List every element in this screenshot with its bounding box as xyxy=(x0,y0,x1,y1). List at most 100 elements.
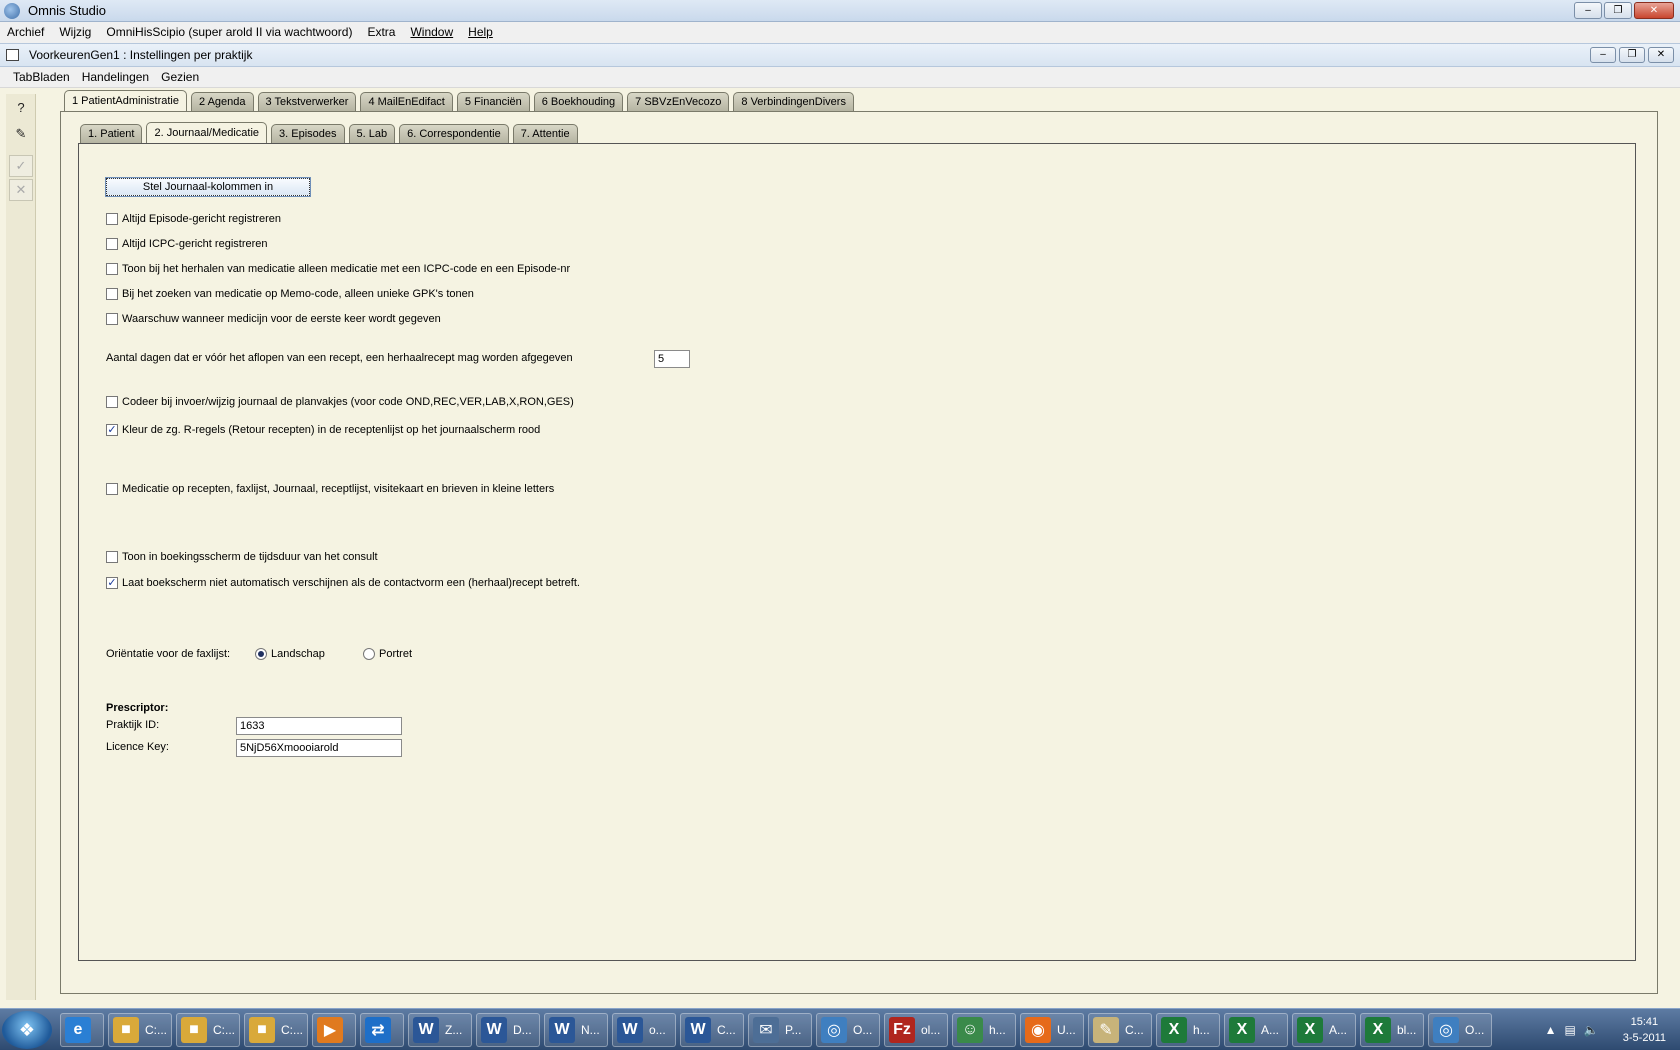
codeer-checkbox[interactable] xyxy=(106,396,118,408)
portret-radio[interactable] xyxy=(363,648,375,660)
tab-patient[interactable]: 1. Patient xyxy=(80,124,143,143)
taskbar-item[interactable]: Wo... xyxy=(612,1013,676,1047)
tab-correspondentie[interactable]: 6. Correspondentie xyxy=(399,124,509,143)
tab-lab[interactable]: 5. Lab xyxy=(348,124,396,143)
taskbar-item[interactable]: W Z... xyxy=(408,1013,472,1047)
menu-omnihisscipio[interactable]: OmniHisScipio (super arold II via wachtw… xyxy=(106,25,352,39)
checkbox-row-kleine-letters[interactable]: Medicatie op recepten, faxlijst, Journaa… xyxy=(106,483,554,495)
radio-landschap[interactable]: Landschap xyxy=(255,648,325,660)
taskbar-item[interactable]: ⇄ xyxy=(360,1013,404,1047)
taskbar-item-label: A... xyxy=(1329,1023,1348,1037)
checkbox-row-herhalen[interactable]: Toon bij het herhalen van medicatie alle… xyxy=(106,263,570,275)
checkbox-row-tijdsduur[interactable]: Toon in boekingsscherm de tijdsduur van … xyxy=(106,551,378,563)
checkbox-row-boekscherm[interactable]: Laat boekscherm niet automatisch verschi… xyxy=(106,577,580,589)
taskbar-item[interactable]: W D... xyxy=(476,1013,540,1047)
taskbar-item[interactable]: ◉ U... xyxy=(1020,1013,1084,1047)
taskbar-item[interactable]: ✎ C... xyxy=(1088,1013,1152,1047)
menu-tabbladen[interactable]: TabBladen xyxy=(13,70,70,84)
close-button[interactable]: ✕ xyxy=(1634,2,1674,19)
taskbar-item[interactable]: W N... xyxy=(544,1013,608,1047)
checkbox-row-r-regels[interactable]: Kleur de zg. R-regels (Retour recepten) … xyxy=(106,424,540,436)
menu-help[interactable]: Help xyxy=(468,25,493,39)
checkbox-row-episode[interactable]: Altijd Episode-gericht registreren xyxy=(106,213,281,225)
taskbar-item[interactable]: Xbl... xyxy=(1360,1013,1424,1047)
waarschuw-checkbox[interactable] xyxy=(106,313,118,325)
icpc-checkbox[interactable] xyxy=(106,238,118,250)
journaal-kolommen-button[interactable]: Stel Journaal-kolommen in xyxy=(105,177,311,197)
menu-handelingen[interactable]: Handelingen xyxy=(82,70,149,84)
child-minimize-button[interactable]: – xyxy=(1590,47,1616,63)
tab-financien[interactable]: 5 Financiën xyxy=(456,92,530,111)
checkbox-label: Altijd Episode-gericht registreren xyxy=(122,213,281,225)
checkbox-row-codeer[interactable]: Codeer bij invoer/wijzig journaal de pla… xyxy=(106,396,574,408)
menu-extra[interactable]: Extra xyxy=(367,25,395,39)
taskbar-item[interactable]: e xyxy=(60,1013,104,1047)
days-label: Aantal dagen dat er vóór het aflopen van… xyxy=(106,352,573,364)
users-icon: ☺ xyxy=(957,1017,983,1043)
taskbar-item[interactable]: ✉ P... xyxy=(748,1013,812,1047)
tab-attentie[interactable]: 7. Attentie xyxy=(512,124,578,143)
episode-checkbox[interactable] xyxy=(106,213,118,225)
tab-agenda[interactable]: 2 Agenda xyxy=(191,92,254,111)
tijdsduur-checkbox[interactable] xyxy=(106,551,118,563)
taskbar-item[interactable]: W C... xyxy=(680,1013,744,1047)
r-regels-checkbox[interactable] xyxy=(106,424,118,436)
memo-checkbox[interactable] xyxy=(106,288,118,300)
tab-tekstverwerker[interactable]: 3 Tekstverwerker xyxy=(257,92,357,111)
herhalen-checkbox[interactable] xyxy=(106,263,118,275)
minimize-button[interactable]: – xyxy=(1574,2,1602,19)
child-menubar: TabBladen Handelingen Gezien xyxy=(0,67,1680,88)
restore-button[interactable]: ❐ xyxy=(1604,2,1632,19)
taskbar-item[interactable]: Xh... xyxy=(1156,1013,1220,1047)
checkbox-row-waarschuw[interactable]: Waarschuw wanneer medicijn voor de eerst… xyxy=(106,313,441,325)
volume-muted-icon[interactable]: 🔈 xyxy=(1584,1023,1599,1037)
menu-archief[interactable]: Archief xyxy=(7,25,44,39)
praktijk-id-input[interactable]: 1633 xyxy=(236,717,402,735)
tab-sbvzenvecozo[interactable]: 7 SBVzEnVecozo xyxy=(627,92,730,111)
app-title: Omnis Studio xyxy=(28,3,107,18)
menu-wijzig[interactable]: Wijzig xyxy=(59,25,91,39)
taskbar-item[interactable]: ☺ h... xyxy=(952,1013,1016,1047)
checkbox-row-memo[interactable]: Bij het zoeken van medicatie op Memo-cod… xyxy=(106,288,474,300)
cancel-icon[interactable]: ✕ xyxy=(9,179,33,201)
boekscherm-checkbox[interactable] xyxy=(106,577,118,589)
licence-key-label: Licence Key: xyxy=(106,741,169,753)
tab-verbindingendivers[interactable]: 8 VerbindingenDivers xyxy=(733,92,854,111)
taskbar-item[interactable]: X A... xyxy=(1224,1013,1288,1047)
child-close-button[interactable]: ✕ xyxy=(1648,47,1674,63)
clock[interactable]: 15:41 3-5-2011 xyxy=(1623,1014,1666,1046)
tab-journaal-medicatie[interactable]: 2. Journaal/Medicatie xyxy=(146,122,268,143)
taskbar-item-label: A... xyxy=(1261,1023,1280,1037)
menu-window[interactable]: Window xyxy=(410,25,453,39)
taskbar-item[interactable]: Fz ol... xyxy=(884,1013,948,1047)
taskbar-item[interactable]: ■ C:... xyxy=(244,1013,308,1047)
tab-boekhouding[interactable]: 6 Boekhouding xyxy=(533,92,624,111)
taskbar-item[interactable]: ■ C:... xyxy=(108,1013,172,1047)
tab-mailenedifact[interactable]: 4 MailEnEdifact xyxy=(360,92,453,111)
taskbar-item[interactable]: ◎ O... xyxy=(816,1013,880,1047)
tab-patientadministratie[interactable]: 1 PatientAdministratie xyxy=(64,90,187,111)
network-icon[interactable]: ▤ xyxy=(1564,1023,1575,1037)
app-titlebar: Omnis Studio – ❐ ✕ xyxy=(0,0,1680,22)
radio-portret[interactable]: Portret xyxy=(363,648,412,660)
taskbar-item[interactable]: X A... xyxy=(1292,1013,1356,1047)
show-hidden-icons-icon[interactable]: ▲ xyxy=(1545,1023,1557,1037)
checkbox-row-icpc[interactable]: Altijd ICPC-gericht registreren xyxy=(106,238,268,250)
licence-key-input[interactable]: 5NjD56Xmoooiarold xyxy=(236,739,402,757)
praktijk-id-label: Praktijk ID: xyxy=(106,719,160,731)
tab-episodes[interactable]: 3. Episodes xyxy=(271,124,345,143)
kleine-letters-checkbox[interactable] xyxy=(106,483,118,495)
edit-icon[interactable]: ✎ xyxy=(9,123,33,145)
taskbar-item[interactable]: ■ C:... xyxy=(176,1013,240,1047)
start-button[interactable]: ❖ xyxy=(2,1011,52,1049)
days-input[interactable]: 5 xyxy=(654,350,690,368)
ok-icon[interactable]: ✓ xyxy=(9,155,33,177)
menu-gezien[interactable]: Gezien xyxy=(161,70,199,84)
help-icon[interactable]: ? xyxy=(9,96,33,118)
word-icon: W xyxy=(413,1017,439,1043)
child-window-controls: – ❐ ✕ xyxy=(1590,47,1674,63)
taskbar-item[interactable]: ▶ xyxy=(312,1013,356,1047)
checkbox-label: Waarschuw wanneer medicijn voor de eerst… xyxy=(122,313,441,325)
child-restore-button[interactable]: ❐ xyxy=(1619,47,1645,63)
landschap-radio[interactable] xyxy=(255,648,267,660)
